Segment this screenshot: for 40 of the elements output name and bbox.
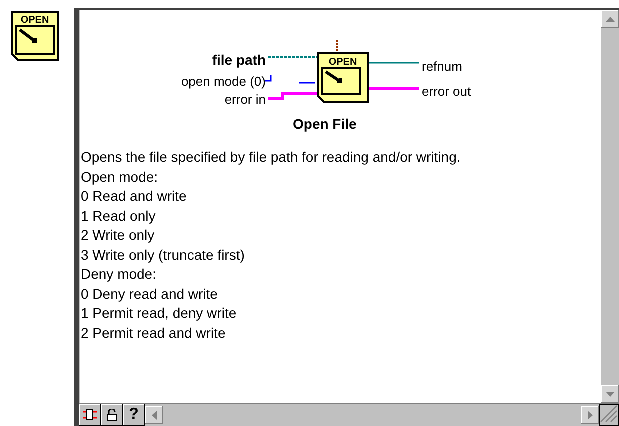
terminal-label: error out [422,84,472,100]
terminal-label: file path [212,52,266,68]
function-title: Open File [293,116,357,132]
terminal-label: open mode (0) [181,74,266,90]
file-icon[interactable]: OPEN [10,10,60,62]
terminal-label: refnum [422,59,462,75]
file-icon: OPEN [317,52,369,103]
scroll-left-button[interactable] [145,406,163,424]
description-line: 2 Permit read and write [81,324,227,342]
vertical-scrollbar[interactable] [601,10,619,403]
description-line: 1 Read only [81,206,157,226]
left-arrow-icon [152,410,156,420]
right-arrow-icon [588,410,592,420]
terminal-label: error in [224,92,266,108]
description-line: 0 Deny read and write [81,284,219,304]
connector-wire [336,40,338,53]
up-arrow-icon [606,16,614,22]
connector-wire [368,62,419,64]
connector-wire [268,56,318,58]
description-line: 2 Write only [81,226,156,245]
scroll-up-button[interactable] [601,10,619,28]
scroll-down-button[interactable] [601,385,619,403]
description-line: 3 Write only (truncate first) [81,246,246,265]
help-button[interactable]: ? [123,404,145,426]
connector-wire [264,74,316,84]
lock-icon [106,409,118,421]
diagram-toggle-button[interactable] [79,404,101,426]
connector-wire [368,88,419,90]
connector-icon [83,409,97,421]
description-line: Open mode: [81,168,160,187]
description-line: 1 Permit read, deny write [81,304,238,323]
description-line: Opens the file specified by file path for reading and/or writing. [81,148,462,167]
description-line: 0 Read and write [81,187,188,206]
connector-wire [268,92,318,100]
down-arrow-icon [606,392,614,396]
resize-grip[interactable] [599,404,619,426]
horizontal-scrollbar[interactable] [145,404,599,426]
description-line: Deny mode: [81,265,158,284]
lock-button[interactable] [101,404,123,426]
scroll-right-button[interactable] [581,406,599,424]
